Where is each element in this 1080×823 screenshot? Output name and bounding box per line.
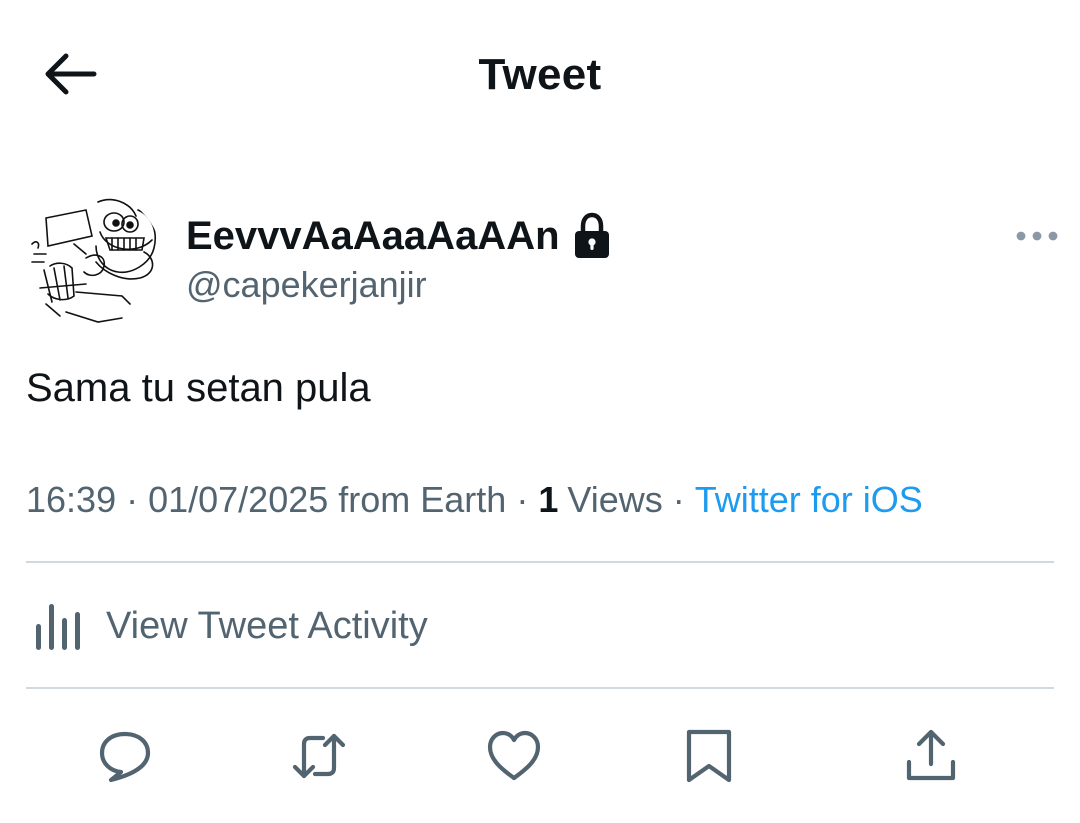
tweet-text: Sama tu setan pula	[26, 366, 371, 410]
retweet-button[interactable]	[289, 726, 349, 786]
meta-separator: ·	[516, 479, 529, 520]
top-bar: Tweet	[0, 0, 1080, 150]
meta-separator: ·	[126, 479, 139, 520]
reply-icon	[99, 731, 151, 783]
bookmark-button[interactable]	[679, 726, 739, 786]
tweet-detail-page: Tweet EevvvAaAaaAaAAn @capekerjanjir Sam…	[0, 0, 1080, 823]
avatar[interactable]	[26, 192, 162, 328]
page-title: Tweet	[478, 50, 602, 99]
heart-icon	[487, 730, 541, 781]
author-display-name[interactable]: EevvvAaAaaAaAAn	[186, 214, 560, 259]
share-button[interactable]	[901, 726, 961, 786]
author-name-row: EevvvAaAaaAaAAn	[186, 210, 612, 262]
more-dots-icon	[1016, 231, 1058, 241]
meta-separator: ·	[672, 479, 685, 520]
author-handle[interactable]: @capekerjanjir	[186, 264, 427, 306]
like-button[interactable]	[484, 726, 544, 786]
share-icon	[906, 729, 956, 781]
tweet-time: 16:39	[26, 479, 117, 520]
lock-icon	[574, 212, 609, 258]
divider	[26, 561, 1054, 563]
more-options-button[interactable]	[1012, 222, 1062, 250]
tweet-date-location: 01/07/2025 from Earth	[148, 479, 507, 520]
cartoon-sketch-avatar	[31, 198, 156, 323]
tweet-meta: 16:39 · 01/07/2025 from Earth · 1 Views …	[26, 476, 923, 524]
activity-label: View Tweet Activity	[106, 604, 428, 647]
view-tweet-activity-button[interactable]: View Tweet Activity	[26, 596, 428, 656]
views-label: Views	[567, 479, 663, 520]
bar-chart-icon	[36, 604, 80, 650]
views-count: 1	[538, 479, 559, 520]
tweet-source-link[interactable]: Twitter for iOS	[695, 479, 923, 521]
retweet-icon	[292, 733, 346, 779]
bookmark-icon	[686, 729, 732, 783]
reply-button[interactable]	[95, 726, 155, 786]
divider	[26, 687, 1054, 689]
